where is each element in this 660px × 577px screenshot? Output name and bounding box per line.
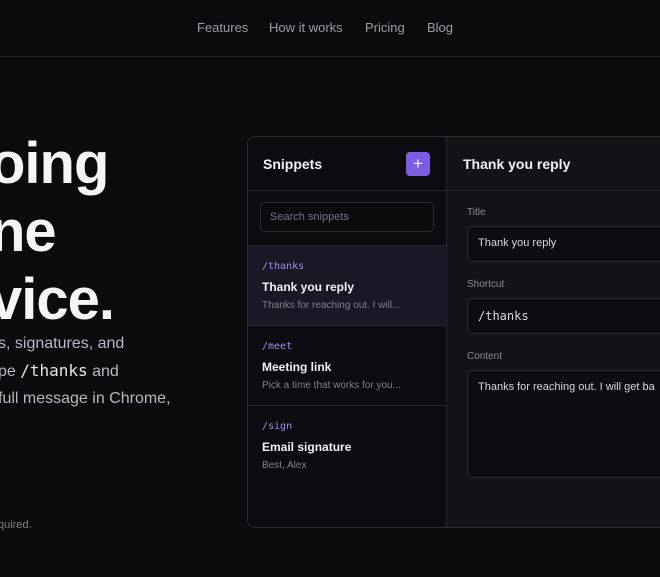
hero-sub-code: /thanks — [20, 361, 88, 380]
content-field[interactable]: Thanks for reaching out. I will get ba — [467, 370, 660, 478]
plus-icon: + — [413, 154, 423, 173]
hero-sub-line-2-post: and — [87, 363, 119, 380]
content-label: Content — [467, 351, 503, 362]
snippet-title: Email signature — [262, 440, 352, 454]
shortcut-label: Shortcut — [467, 279, 505, 290]
hero-sub-line-2: pe /thanks and — [0, 357, 171, 385]
hero-subtitle: s, signatures, and pe /thanks and full m… — [0, 330, 171, 412]
snippet-item-sign[interactable]: /sign Email signature Best, Alex — [248, 405, 446, 485]
snippet-item-meet[interactable]: /meet Meeting link Pick a time that work… — [248, 325, 446, 405]
hero-title-line-2: ne — [0, 199, 57, 264]
snippet-preview: Thanks for reaching out. I will... — [262, 300, 401, 311]
snippet-editor: Thank you reply Title Thank you reply Sh… — [447, 137, 660, 527]
hero-sub-line-3: full message in Chrome, — [0, 390, 171, 407]
editor-header: Thank you reply — [447, 137, 660, 191]
add-snippet-button[interactable]: + — [406, 152, 430, 176]
search-input[interactable] — [260, 202, 434, 232]
editor-title: Thank you reply — [463, 156, 571, 172]
sidebar-title: Snippets — [263, 156, 323, 172]
title-label: Title — [467, 207, 486, 218]
snippet-preview: Pick a time that works for you... — [262, 380, 401, 391]
snippets-sidebar: Snippets + /thanks Thank you reply Thank… — [248, 137, 447, 527]
hero-title: oing ne vice. — [0, 130, 115, 334]
shortcut-field[interactable]: /thanks — [467, 298, 660, 334]
snippet-title: Thank you reply — [262, 280, 355, 294]
snippet-shortcut: /sign — [262, 421, 293, 432]
title-field[interactable]: Thank you reply — [467, 226, 660, 262]
sidebar-header: Snippets + — [248, 137, 446, 191]
nav-features[interactable]: Features — [197, 20, 248, 35]
nav-pricing[interactable]: Pricing — [365, 20, 405, 35]
snippet-shortcut: /meet — [262, 341, 293, 352]
hero-sub-line-2-pre: pe — [0, 363, 21, 380]
snippet-title: Meeting link — [262, 360, 332, 374]
snippet-item-thanks[interactable]: /thanks Thank you reply Thanks for reach… — [248, 245, 446, 325]
snippet-list: /thanks Thank you reply Thanks for reach… — [248, 245, 446, 485]
nav-how-it-works[interactable]: How it works — [269, 20, 343, 35]
snippet-preview: Best, Alex — [262, 460, 307, 471]
top-nav: Features How it works Pricing Blog — [0, 0, 660, 57]
hero-title-line-1: oing — [0, 131, 109, 196]
hero-footnote: quired. — [0, 519, 32, 531]
nav-blog[interactable]: Blog — [427, 20, 453, 35]
snippet-shortcut: /thanks — [262, 261, 305, 272]
hero-title-line-3: vice. — [0, 267, 115, 332]
hero-sub-line-1: s, signatures, and — [0, 335, 125, 352]
app-preview-window: Snippets + /thanks Thank you reply Thank… — [247, 136, 660, 528]
